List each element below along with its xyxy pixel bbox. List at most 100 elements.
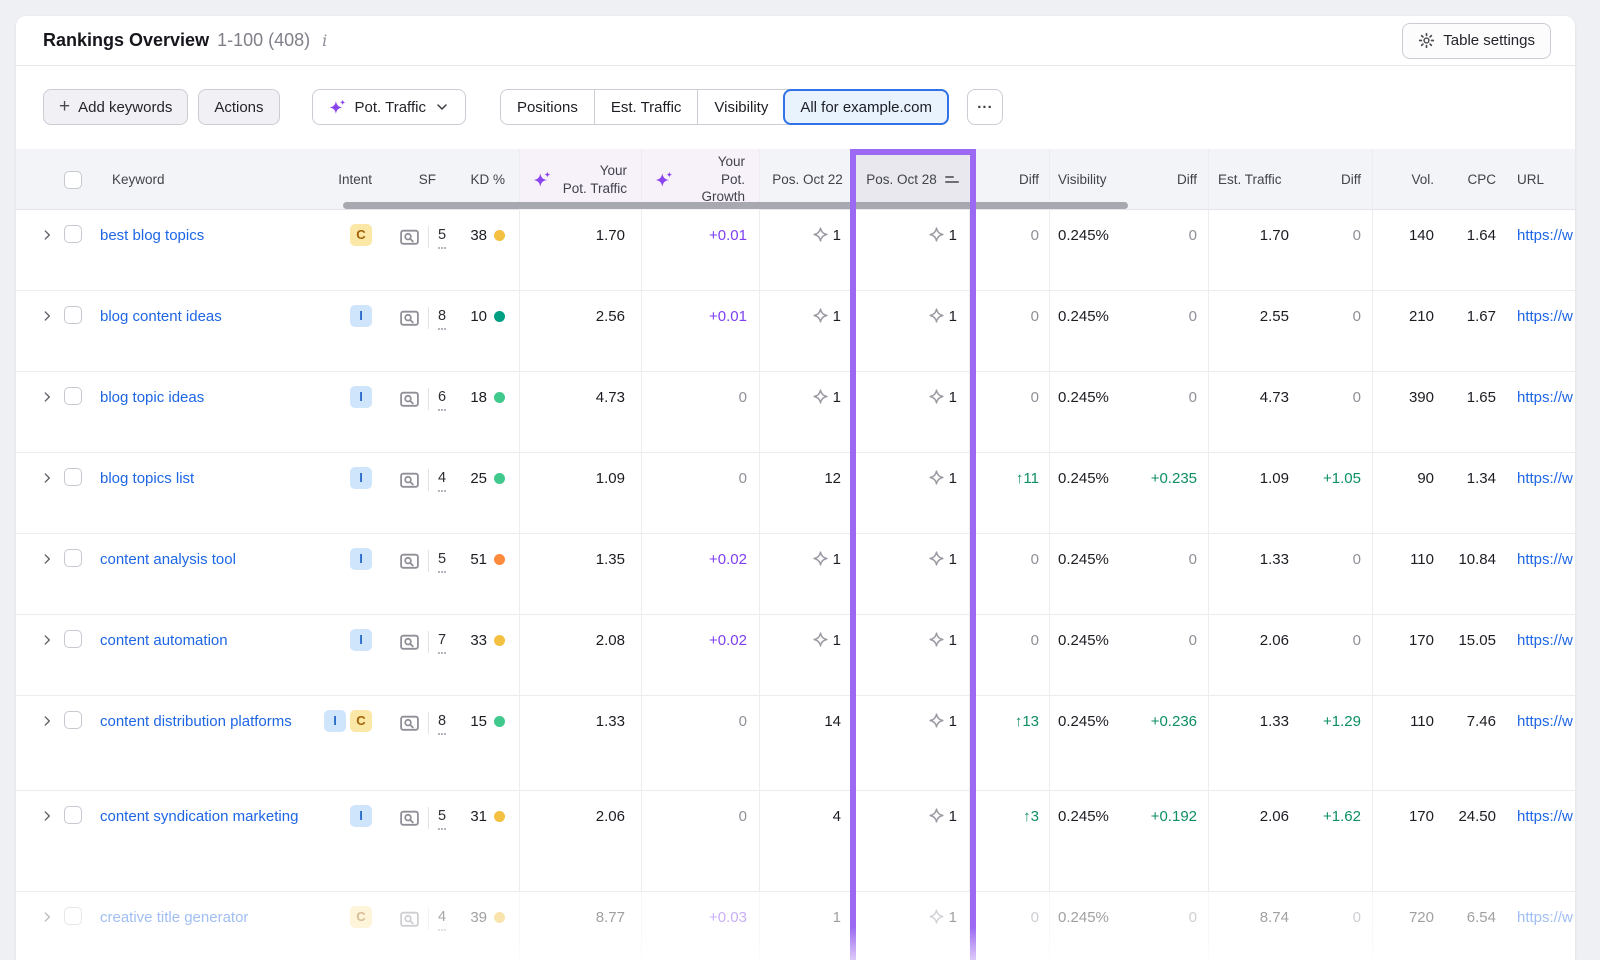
serp-features-icon[interactable] xyxy=(399,389,420,410)
volume-value: 210 xyxy=(1373,291,1440,371)
intent-badge-i: I xyxy=(350,805,372,827)
keyword-link[interactable]: best blog topics xyxy=(100,226,214,246)
col-header-pos-diff[interactable]: Diff xyxy=(970,149,1050,210)
keyword-link[interactable]: blog content ideas xyxy=(100,307,232,327)
add-keywords-label: Add keywords xyxy=(78,99,172,116)
keyword-link[interactable]: content automation xyxy=(100,631,238,651)
row-expand-chevron-icon[interactable] xyxy=(40,228,54,242)
row-checkbox[interactable] xyxy=(64,306,82,324)
url-link[interactable]: https://w xyxy=(1517,631,1573,651)
row-checkbox[interactable] xyxy=(64,907,82,925)
kd-difficulty-dot xyxy=(494,811,505,822)
actions-button[interactable]: Actions xyxy=(198,89,279,125)
sf-value[interactable]: 5 xyxy=(438,550,446,573)
row-expand-chevron-icon[interactable] xyxy=(40,809,54,823)
select-all-checkbox[interactable] xyxy=(64,171,82,189)
sf-value[interactable]: 8 xyxy=(438,712,446,735)
col-header-sf[interactable]: SF xyxy=(380,149,456,210)
row-checkbox[interactable] xyxy=(64,630,82,648)
add-keywords-button[interactable]: + Add keywords xyxy=(43,89,188,125)
col-header-est-traffic[interactable]: Est. Traffic xyxy=(1209,149,1300,210)
url-link[interactable]: https://w xyxy=(1517,388,1573,408)
tab-visibility[interactable]: Visibility xyxy=(697,90,784,124)
row-checkbox[interactable] xyxy=(64,387,82,405)
col-header-pot-growth[interactable]: Your Pot. Growth xyxy=(642,149,760,210)
url-link[interactable]: https://w xyxy=(1517,550,1573,570)
keyword-link[interactable]: blog topics list xyxy=(100,469,204,489)
pos-oct28-value: 1 xyxy=(949,550,957,570)
url-link[interactable]: https://w xyxy=(1517,307,1573,327)
col-header-visibility-diff[interactable]: Diff xyxy=(1126,149,1209,210)
chevron-down-icon xyxy=(434,99,450,115)
row-expand-chevron-icon[interactable] xyxy=(40,309,54,323)
url-link[interactable]: https://w xyxy=(1517,226,1573,246)
col-header-cpc[interactable]: CPC xyxy=(1440,149,1502,210)
col-header-pot-traffic[interactable]: Your Pot. Traffic xyxy=(520,149,642,210)
col-header-volume[interactable]: Vol. xyxy=(1373,149,1440,210)
metric-dropdown[interactable]: Pot. Traffic xyxy=(312,89,466,125)
sf-value[interactable]: 5 xyxy=(438,226,446,249)
col-header-intent[interactable]: Intent xyxy=(324,149,380,210)
table-row: blog content ideas I 8 10 2.56 +0.01 1 1… xyxy=(16,291,1575,372)
pot-growth-value: +0.03 xyxy=(642,892,760,960)
col-header-kd[interactable]: KD % xyxy=(456,149,520,210)
serp-features-icon[interactable] xyxy=(399,808,420,829)
sf-value[interactable]: 4 xyxy=(438,908,446,931)
keyword-link[interactable]: creative title generator xyxy=(100,908,258,928)
keyword-link[interactable]: blog topic ideas xyxy=(100,388,214,408)
row-expand-chevron-icon[interactable] xyxy=(40,471,54,485)
col-header-pos-oct22[interactable]: Pos. Oct 22 xyxy=(760,149,856,210)
tab-est-traffic[interactable]: Est. Traffic xyxy=(594,90,698,124)
intent-badges: IC xyxy=(324,696,380,790)
tab-all-for-example-com[interactable]: All for example.com xyxy=(783,89,949,125)
sf-value[interactable]: 7 xyxy=(438,631,446,654)
serp-features-icon[interactable] xyxy=(399,909,420,930)
row-expand-chevron-icon[interactable] xyxy=(40,910,54,924)
horizontal-scrollbar[interactable] xyxy=(343,202,1128,209)
row-expand-chevron-icon[interactable] xyxy=(40,633,54,647)
url-link[interactable]: https://w xyxy=(1517,469,1573,489)
url-link[interactable]: https://w xyxy=(1517,712,1573,732)
url-link[interactable]: https://w xyxy=(1517,807,1573,827)
sf-value[interactable]: 5 xyxy=(438,807,446,830)
intent-badge-c: C xyxy=(350,906,372,928)
table-settings-button[interactable]: Table settings xyxy=(1402,23,1551,59)
col-header-url[interactable]: URL xyxy=(1502,149,1575,210)
intent-badges: I xyxy=(324,372,380,452)
more-tabs-button[interactable]: ... xyxy=(967,89,1003,125)
pos-oct28-value: 1 xyxy=(949,469,957,489)
row-checkbox[interactable] xyxy=(64,225,82,243)
serp-features-icon[interactable] xyxy=(399,551,420,572)
kd-difficulty-dot xyxy=(494,392,505,403)
serp-features-icon[interactable] xyxy=(399,308,420,329)
row-checkbox[interactable] xyxy=(64,806,82,824)
keyword-link[interactable]: content distribution platforms xyxy=(100,712,302,732)
serp-features-icon[interactable] xyxy=(399,470,420,491)
col-header-visibility[interactable]: Visibility xyxy=(1050,149,1126,210)
col-header-pos-oct28[interactable]: Pos. Oct 28 xyxy=(856,149,970,210)
keyword-link[interactable]: content syndication marketing xyxy=(100,807,308,827)
table-row: creative title generator C 4 39 8.77 +0.… xyxy=(16,892,1575,960)
pos-oct28-value: 1 xyxy=(949,712,957,732)
url-link[interactable]: https://w xyxy=(1517,908,1573,928)
serp-features-icon[interactable] xyxy=(399,632,420,653)
row-checkbox[interactable] xyxy=(64,711,82,729)
sf-value[interactable]: 8 xyxy=(438,307,446,330)
tab-positions[interactable]: Positions xyxy=(501,90,594,124)
row-expand-chevron-icon[interactable] xyxy=(40,714,54,728)
sf-value[interactable]: 4 xyxy=(438,469,446,492)
est-traffic-diff-value: 0 xyxy=(1300,291,1373,371)
serp-features-icon[interactable] xyxy=(399,227,420,248)
row-expand-chevron-icon[interactable] xyxy=(40,552,54,566)
serp-features-icon[interactable] xyxy=(399,713,420,734)
row-checkbox[interactable] xyxy=(64,549,82,567)
kd-value: 18 xyxy=(470,388,487,408)
pos-oct22-value: 1 xyxy=(833,631,841,651)
col-header-est-traffic-diff[interactable]: Diff xyxy=(1300,149,1373,210)
info-icon[interactable]: i xyxy=(322,31,327,50)
col-header-keyword[interactable]: Keyword xyxy=(100,149,324,210)
row-expand-chevron-icon[interactable] xyxy=(40,390,54,404)
keyword-link[interactable]: content analysis tool xyxy=(100,550,246,570)
sf-value[interactable]: 6 xyxy=(438,388,446,411)
row-checkbox[interactable] xyxy=(64,468,82,486)
